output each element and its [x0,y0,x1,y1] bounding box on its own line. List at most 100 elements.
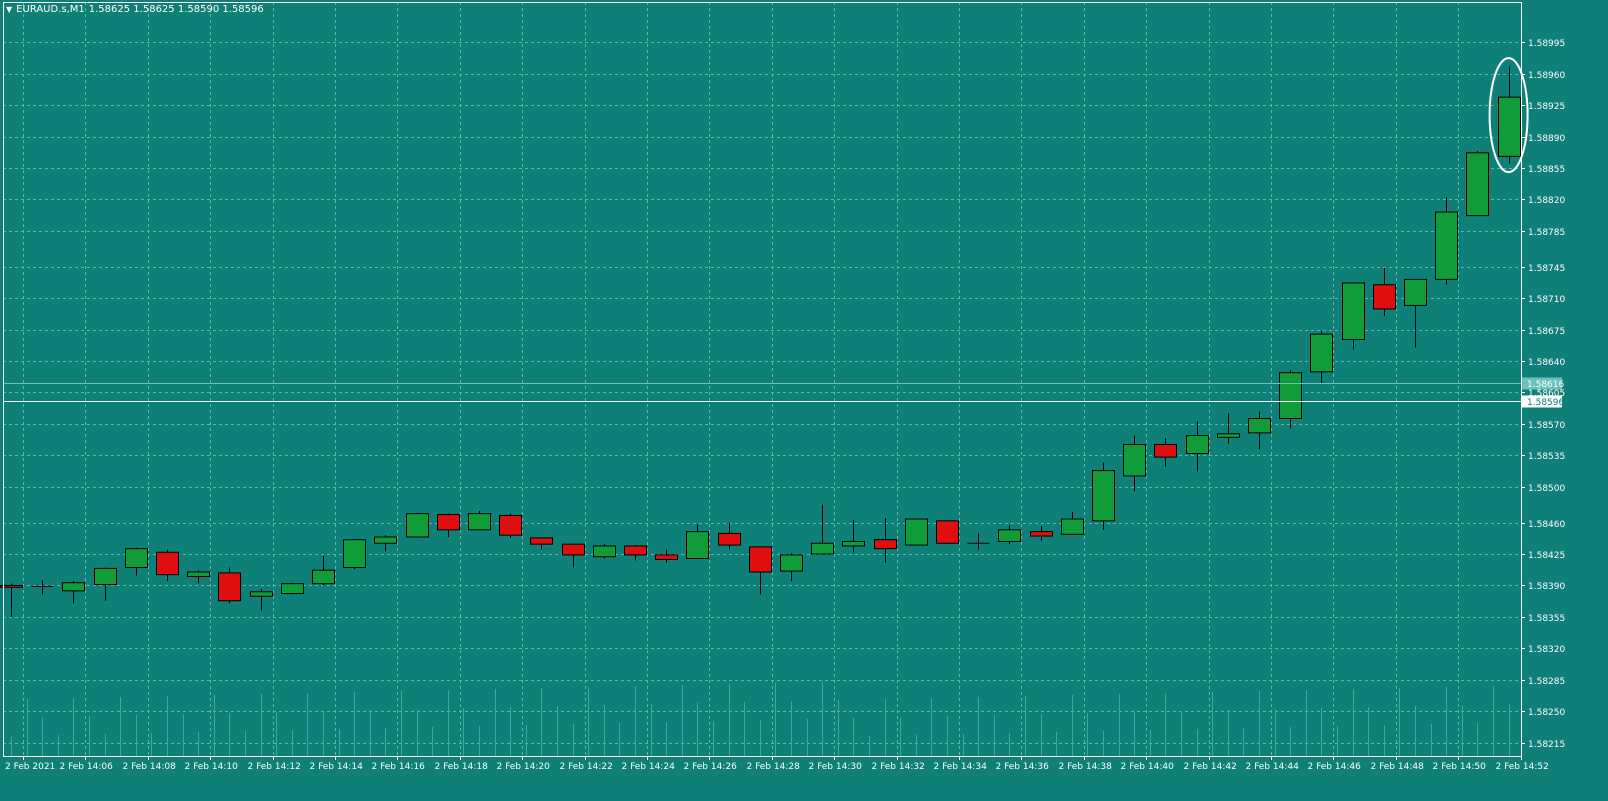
candle-body-bull [1061,518,1084,535]
y-tick-label: 1.58890 [1528,134,1565,144]
y-tick-label: 1.58570 [1528,421,1565,431]
x-tick-label: 2 Feb 2021 [5,762,55,772]
candle-body-bull [1466,152,1489,217]
x-tick-label: 2 Feb 14:14 [310,762,364,772]
x-tick-label: 2 Feb 14:34 [934,762,988,772]
candle-body-bull [406,513,429,538]
candle-body-bear [499,514,522,536]
candle-body-bear [936,520,959,544]
x-tick-label: 2 Feb 14:18 [435,762,489,772]
candle-body-bull [1248,417,1271,434]
candle-body-bull [187,571,210,577]
x-tick-label: 2 Feb 14:06 [60,762,114,772]
candle-body-bull [1404,278,1427,306]
x-tick-label: 2 Feb 14:24 [622,762,676,772]
candle-body-bull [1186,435,1209,455]
y-tick-label: 1.58960 [1528,71,1565,81]
candle-body-bull [125,548,148,569]
x-tick-label: 2 Feb 14:30 [809,762,863,772]
candle-body-bull [905,518,928,546]
x-tick-label: 2 Feb 14:26 [684,762,738,772]
y-tick-label: 1.58925 [1528,102,1565,112]
candles [0,66,1521,617]
triangle-down-icon[interactable]: ▼ [6,5,12,14]
candle-body-bull [811,542,834,555]
candle-body-bear [655,554,678,560]
candle-body-bull [1435,211,1458,280]
y-tick-label: 1.58390 [1528,582,1565,592]
candle-body-bull [1498,96,1521,157]
y-tick-label: 1.58355 [1528,614,1565,624]
y-tick-label: 1.58320 [1528,645,1565,655]
y-tick-label: 1.58640 [1528,358,1565,368]
candle-body-bull [250,591,273,597]
y-tick-label: 1.58535 [1528,452,1565,462]
chart-window[interactable]: 1.58616 1.58596 1.58995 1.58960 1.58925 1.58… [0,0,1608,801]
candle-body-bear [1030,531,1053,537]
x-tick-label: 2 Feb 14:28 [747,762,801,772]
candle-body-bull [62,582,85,592]
x-tick-label: 2 Feb 14:10 [185,762,239,772]
candle-body-bull [686,531,709,560]
candle-body-bear [218,572,241,602]
x-tick-label: 2 Feb 14:38 [1059,762,1113,772]
candle-body-bull [281,583,304,595]
candle-body-bear [156,551,179,576]
y-tick-label: 1.58820 [1528,196,1565,206]
x-tick-label: 2 Feb 14:32 [872,762,925,772]
x-tick-label: 2 Feb 14:22 [560,762,613,772]
x-tick-label: 2 Feb 14:52 [1496,762,1549,772]
candle-body-bear [1154,444,1177,458]
y-tick-label: 1.58675 [1528,327,1565,337]
x-tick-label: 2 Feb 14:20 [497,762,551,772]
candle-body-bear [437,514,460,531]
candle-body-bear [874,539,897,550]
candle-body-bull [998,529,1021,542]
x-tick-label: 2 Feb 14:36 [996,762,1050,772]
y-tick-label: 1.58995 [1528,39,1565,49]
y-tick-label: 1.58855 [1528,165,1565,175]
candle-body-bull [1310,333,1333,373]
candle-body-bear [1373,284,1396,310]
y-tick-label: 1.58215 [1528,740,1565,750]
y-tick-label: 1.58785 [1528,228,1565,238]
x-tick-label: 2 Feb 14:42 [1184,762,1237,772]
candle-body-bull [593,545,616,558]
candle-body-bear [530,537,553,545]
x-tick-label: 2 Feb 14:46 [1308,762,1362,772]
y-tick-label: 1.58745 [1528,264,1565,274]
candle-body-bull [1342,282,1365,341]
candle-body-bull [842,540,865,547]
x-tick-label: 2 Feb 14:48 [1371,762,1425,772]
candle-body-bull [1279,372,1302,419]
x-tick-label: 2 Feb 14:50 [1433,762,1487,772]
y-tick-label: 1.58500 [1528,484,1565,494]
y-tick-label: 1.58425 [1528,551,1565,561]
candle-body-bull [94,567,117,586]
ohlc-values: 1.58625 1.58625 1.58590 1.58596 [88,4,264,15]
candle-body-bear [624,545,647,556]
candle-body-bull [1092,470,1115,522]
volume-bars [11,682,1510,756]
candle-body-bull [343,539,366,569]
y-tick-label: 1.58710 [1528,295,1565,305]
candle-body-bull [312,569,335,585]
candle-body-bear [718,532,741,546]
y-tick-label: 1.58285 [1528,677,1565,687]
price-chart[interactable]: 1.586161.58596 1.589951.589601.589251.58… [0,0,1608,801]
candle-body-bull [468,513,491,531]
y-tick-label: 1.58605 [1528,389,1565,399]
x-tick-label: 2 Feb 14:08 [123,762,177,772]
symbol-bar: ▼ EURAUD.s,M1 1.58625 1.58625 1.58590 1.58… [6,4,268,15]
symbol-label: EURAUD.s,M1 [16,4,85,15]
x-tick-label: 2 Feb 14:12 [248,762,301,772]
x-tick-label: 2 Feb 14:44 [1246,762,1300,772]
y-tick-label: 1.58250 [1528,708,1565,718]
candle-body-bull [780,554,803,572]
y-tick-label: 1.58460 [1528,520,1565,530]
bid-price-label: 1.58596 [1527,398,1564,408]
candle-body-bull [374,536,397,544]
candle-body-bull [1217,433,1240,438]
x-tick-label: 2 Feb 14:16 [372,762,426,772]
candle-body-bear [562,543,585,556]
